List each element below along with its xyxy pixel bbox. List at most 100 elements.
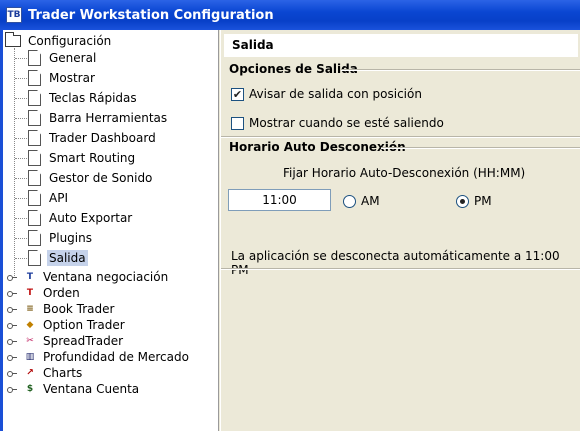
- tree-connector: [15, 218, 27, 219]
- tree-group-ventana-cuenta[interactable]: $ Ventana Cuenta: [23, 380, 139, 398]
- radio-button-selected[interactable]: [456, 194, 469, 208]
- expand-toggle-icon[interactable]: [7, 385, 17, 393]
- radio-button[interactable]: [343, 194, 356, 208]
- section-divider: [221, 268, 580, 270]
- tree-group-label: Orden: [43, 286, 80, 300]
- tree-item-label: Mostrar: [49, 71, 95, 85]
- tree-item-label: General: [49, 51, 97, 65]
- tree-item-api[interactable]: API: [28, 189, 70, 207]
- tree-connector: [15, 178, 27, 179]
- tree-connector: [15, 258, 27, 259]
- expand-toggle-icon[interactable]: [7, 321, 17, 329]
- tree-item-smart-routing[interactable]: Smart Routing: [28, 149, 137, 167]
- document-icon: [28, 190, 41, 206]
- tree-connector: [15, 78, 27, 79]
- tree-root[interactable]: Configuración: [5, 32, 113, 50]
- settings-panel: Salida Opciones de Salida ✔ Avisar de sa…: [220, 30, 580, 431]
- checkbox-label: Mostrar cuando se esté saliendo: [249, 116, 444, 130]
- warn-exit-with-position-checkbox[interactable]: ✔ Avisar de salida con posición: [231, 87, 422, 101]
- tree-item-plugins[interactable]: Plugins: [28, 229, 94, 247]
- panel-header: Salida: [224, 34, 578, 57]
- account-window-icon: $: [26, 384, 34, 394]
- checkbox-box[interactable]: ✔: [231, 87, 244, 101]
- expand-toggle-icon[interactable]: [7, 353, 17, 361]
- tree-group-label: Ventana negociación: [43, 270, 169, 284]
- title-bar[interactable]: TB Trader Workstation Configuration: [0, 0, 580, 30]
- tree-group-label: Ventana Cuenta: [43, 382, 140, 396]
- am-radio[interactable]: AM: [343, 194, 380, 208]
- expand-toggle-icon[interactable]: [7, 289, 17, 297]
- tree-connector: [15, 198, 27, 199]
- document-icon: [28, 210, 41, 226]
- document-icon: [28, 130, 41, 146]
- config-tree[interactable]: Configuración General Mostrar Teclas Rápid…: [0, 30, 219, 431]
- tree-item-label: Auto Exportar: [49, 211, 133, 225]
- checkbox-label: Avisar de salida con posición: [249, 87, 422, 101]
- spread-trader-icon: ✂: [26, 336, 34, 346]
- section-divider: [381, 147, 580, 149]
- tree-connector: [15, 118, 27, 119]
- tree-group-label: Charts: [43, 366, 83, 380]
- option-trader-icon: ◆: [26, 320, 34, 330]
- tree-group-label: Profundidad de Mercado: [43, 350, 189, 364]
- tree-item-teclas-r-pidas[interactable]: Teclas Rápidas: [28, 89, 139, 107]
- show-when-exiting-checkbox[interactable]: Mostrar cuando se esté saliendo: [231, 116, 444, 130]
- tree-item-label: Teclas Rápidas: [49, 91, 137, 105]
- auto-disconnect-status: La aplicación se desconecta automáticame…: [231, 249, 560, 277]
- tree-item-label: Barra Herramientas: [49, 111, 168, 125]
- tree-item-label: Trader Dashboard: [49, 131, 156, 145]
- tree-item-mostrar[interactable]: Mostrar: [28, 69, 97, 87]
- tree-item-auto-exportar[interactable]: Auto Exportar: [28, 209, 134, 227]
- auto-disconnect-section-title: Horario Auto Desconexión: [229, 140, 406, 154]
- tree-item-trader-dashboard[interactable]: Trader Dashboard: [28, 129, 158, 147]
- document-icon: [28, 70, 41, 86]
- document-icon: [28, 250, 41, 266]
- book-trader-icon: ≡: [26, 304, 34, 314]
- orden-icon: T: [26, 288, 34, 298]
- tree-connector: [15, 238, 27, 239]
- expand-toggle-icon[interactable]: [7, 337, 17, 345]
- expand-toggle-icon[interactable]: [7, 273, 17, 281]
- document-icon: [28, 170, 41, 186]
- document-icon: [28, 150, 41, 166]
- auto-disconnect-time-input[interactable]: 11:00: [228, 189, 331, 211]
- section-divider: [341, 69, 580, 71]
- tree-root-label: Configuración: [28, 34, 112, 48]
- market-depth-icon: ▥: [25, 352, 35, 362]
- section-divider: [221, 136, 580, 138]
- tree-group-label: SpreadTrader: [43, 334, 124, 348]
- pm-label: PM: [474, 194, 492, 208]
- tree-connector: [15, 58, 27, 59]
- tree-connector: [15, 98, 27, 99]
- tree-item-barra-herramientas[interactable]: Barra Herramientas: [28, 109, 169, 127]
- tree-connector: [15, 138, 27, 139]
- document-icon: [28, 50, 41, 66]
- tree-connector: [15, 158, 27, 159]
- app-icon: TB: [6, 7, 22, 23]
- pm-radio[interactable]: PM: [456, 194, 492, 208]
- document-icon: [28, 90, 41, 106]
- tree-item-label: Plugins: [49, 231, 92, 245]
- checkbox-box[interactable]: [231, 116, 244, 130]
- tree-group-label: Option Trader: [43, 318, 125, 332]
- tree-item-gestor-de-sonido[interactable]: Gestor de Sonido: [28, 169, 154, 187]
- folder-open-icon: [5, 32, 21, 47]
- tree-item-label: Salida: [47, 250, 88, 266]
- auto-disconnect-caption: Fijar Horario Auto-Desconexión (HH:MM): [283, 166, 526, 180]
- expand-toggle-icon[interactable]: [7, 305, 17, 313]
- document-icon: [28, 110, 41, 126]
- window-title: Trader Workstation Configuration: [28, 7, 274, 23]
- tree-item-general[interactable]: General: [28, 49, 98, 67]
- tree-guide-line: [14, 48, 15, 278]
- tree-item-label: Smart Routing: [49, 151, 136, 165]
- am-label: AM: [361, 194, 380, 208]
- options-section-title: Opciones de Salida: [229, 62, 358, 76]
- expand-toggle-icon[interactable]: [7, 369, 17, 377]
- tree-item-label: API: [49, 191, 68, 205]
- chart-icon: ↗: [26, 368, 34, 378]
- tree-group-label: Book Trader: [43, 302, 115, 316]
- tree-item-label: Gestor de Sonido: [49, 171, 153, 185]
- document-icon: [28, 230, 41, 246]
- ventana-negociacion-icon: T: [26, 272, 34, 282]
- tree-item-salida[interactable]: Salida: [28, 249, 88, 267]
